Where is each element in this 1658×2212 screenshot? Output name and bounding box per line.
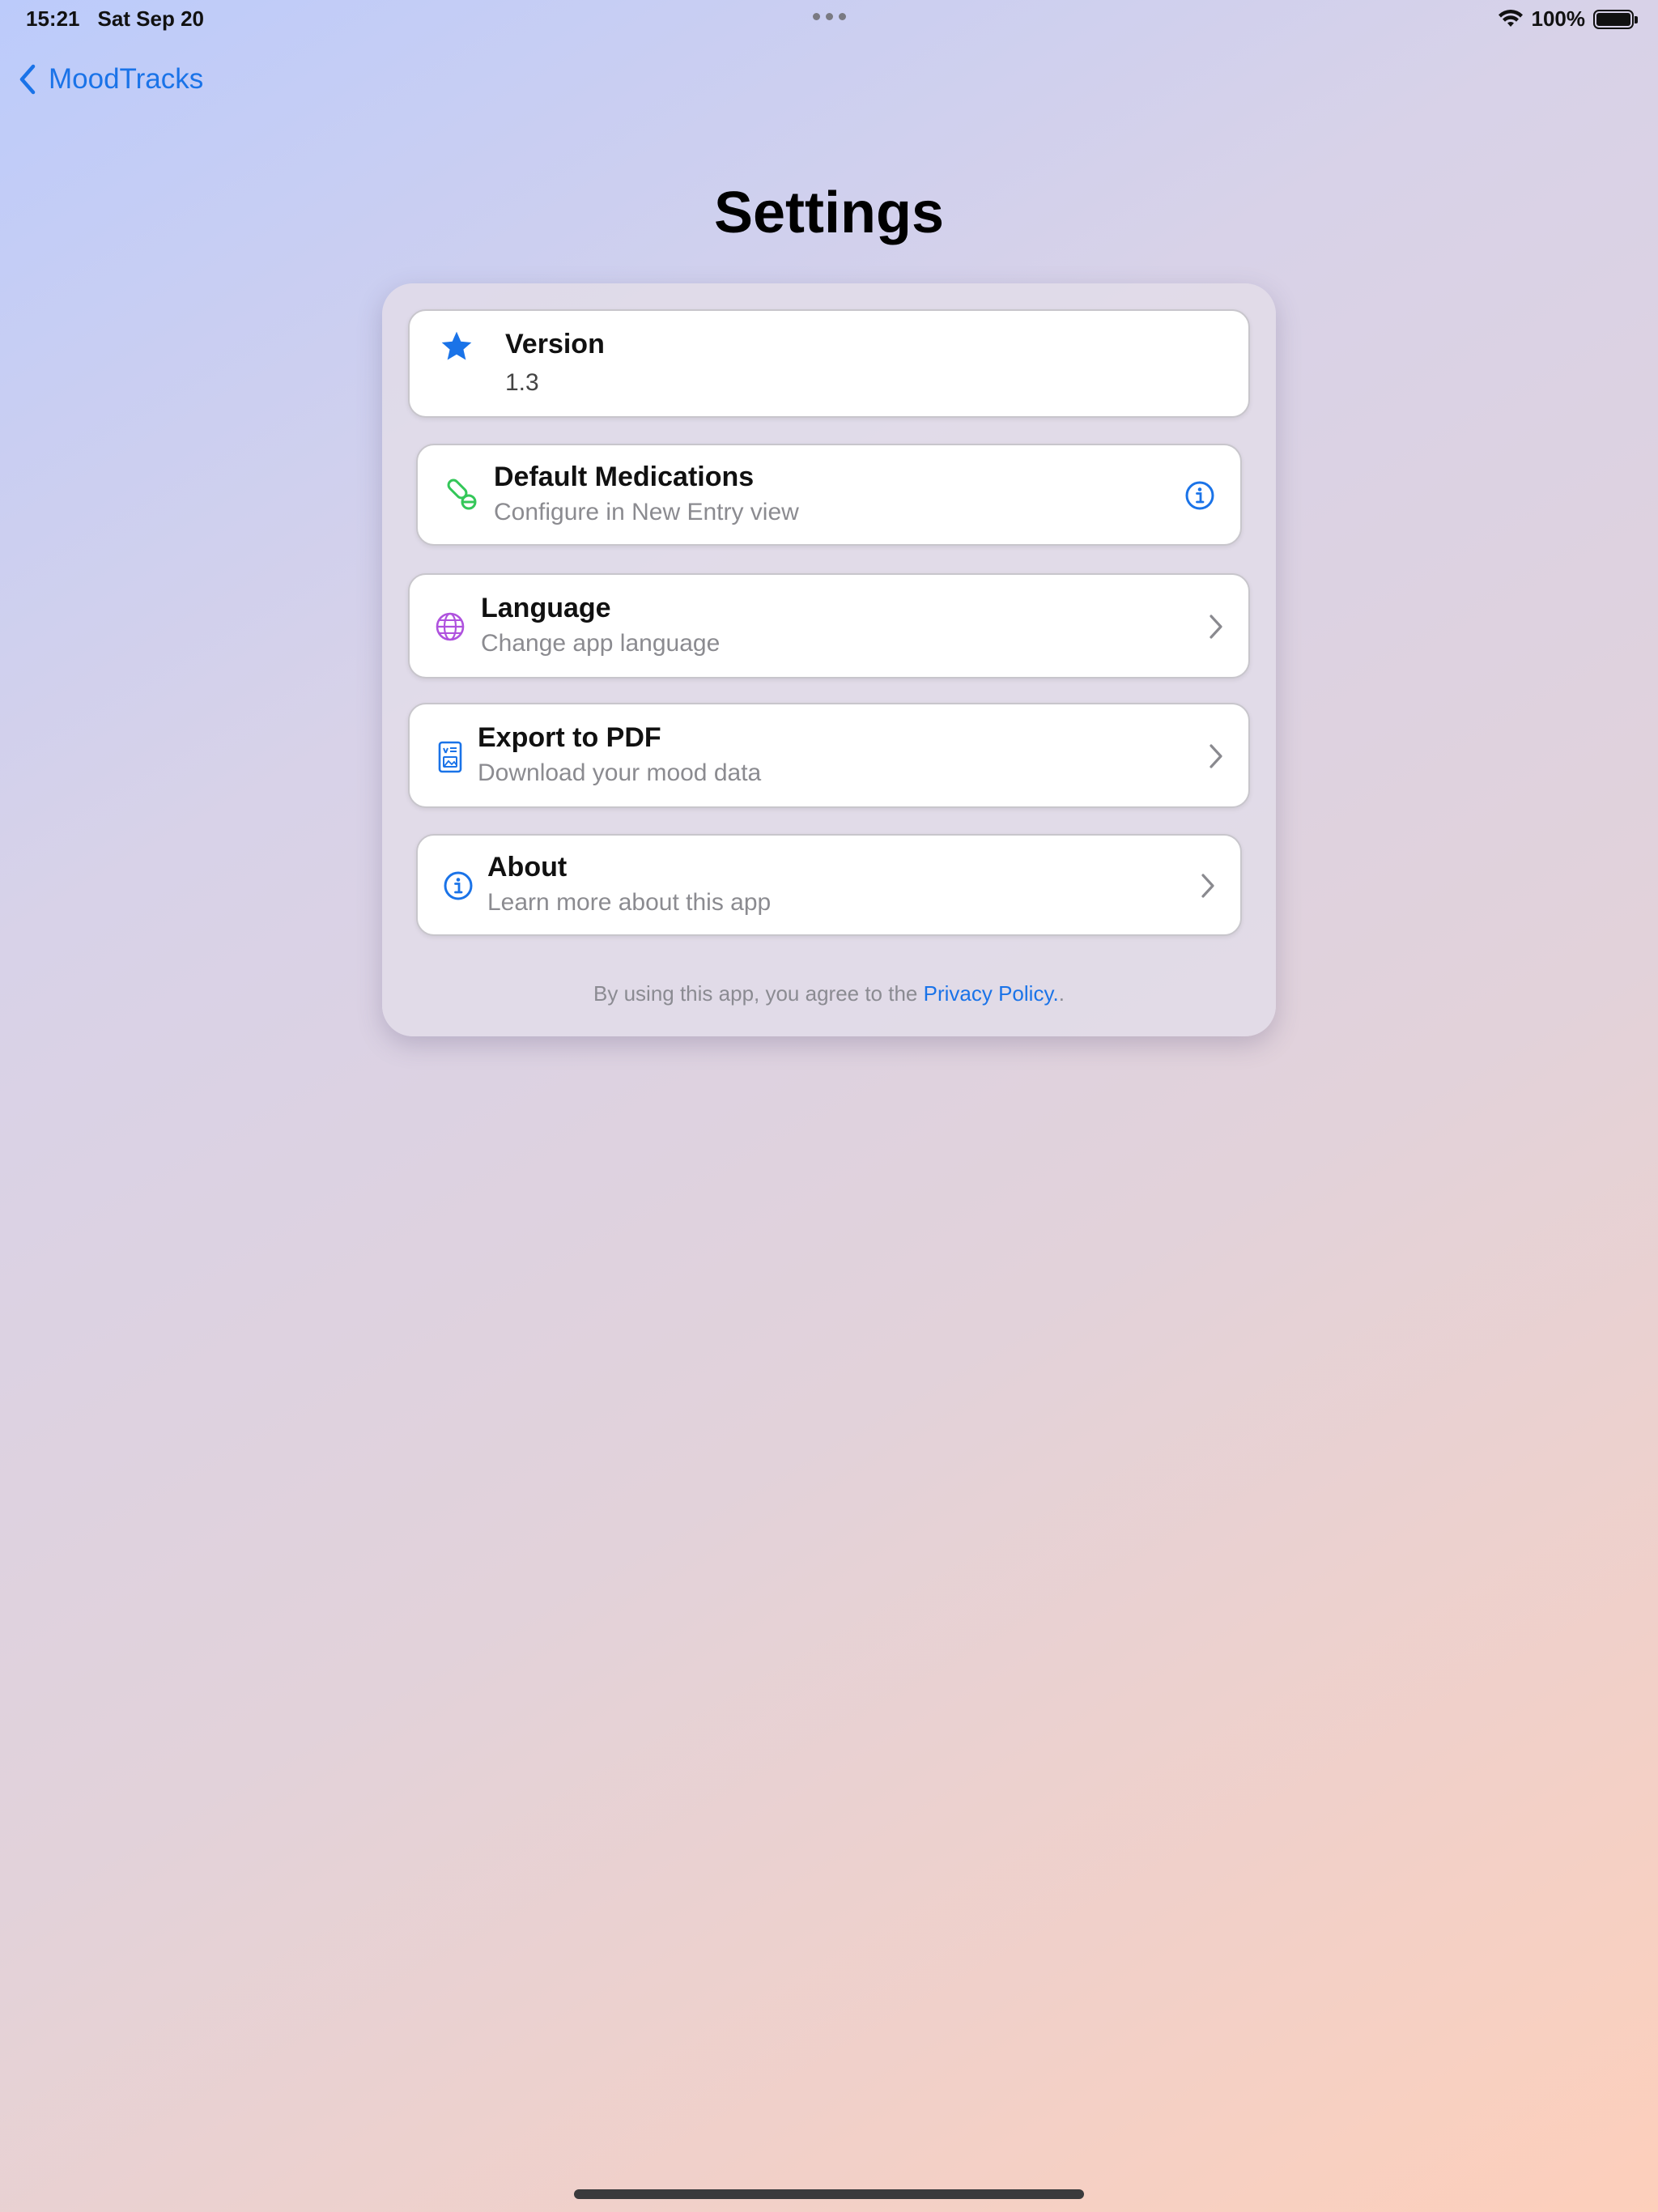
about-title: About bbox=[487, 852, 568, 883]
globe-icon bbox=[434, 610, 466, 643]
privacy-note-suffix: . bbox=[1058, 981, 1065, 1006]
status-bar: 15:21 Sat Sep 20 100% bbox=[0, 0, 1658, 39]
home-indicator[interactable] bbox=[574, 2189, 1084, 2199]
battery-icon bbox=[1593, 9, 1638, 29]
default-medications-row[interactable]: Default Medications Configure in New Ent… bbox=[416, 444, 1242, 546]
page-title: Settings bbox=[713, 181, 945, 245]
chevron-right-icon bbox=[1206, 612, 1226, 641]
language-title: Language bbox=[481, 593, 611, 623]
status-right: 100% bbox=[1498, 6, 1638, 32]
version-value: 1.3 bbox=[505, 369, 539, 396]
language-row[interactable]: Language Change app language bbox=[408, 573, 1250, 678]
export-pdf-row[interactable]: Export to PDF Download your mood data bbox=[408, 703, 1250, 808]
info-icon[interactable] bbox=[1184, 479, 1216, 512]
chevron-left-icon bbox=[19, 64, 36, 95]
version-row: Version 1.3 bbox=[408, 309, 1250, 418]
status-date: Sat Sep 20 bbox=[97, 6, 205, 31]
privacy-note-prefix: By using this app, you agree to the bbox=[593, 981, 924, 1006]
export-pdf-title: Export to PDF bbox=[478, 722, 661, 753]
about-subtitle: Learn more about this app bbox=[487, 889, 772, 916]
multitasking-dots-icon[interactable] bbox=[813, 13, 846, 20]
back-button[interactable]: MoodTracks bbox=[18, 58, 203, 100]
language-subtitle: Change app language bbox=[481, 630, 721, 657]
privacy-note: By using this app, you agree to the Priv… bbox=[0, 981, 1658, 1006]
export-pdf-subtitle: Download your mood data bbox=[478, 759, 762, 786]
info-icon bbox=[442, 870, 474, 902]
pills-icon bbox=[444, 478, 479, 513]
version-title: Version bbox=[505, 329, 605, 359]
chevron-right-icon bbox=[1198, 871, 1218, 900]
status-left: 15:21 Sat Sep 20 bbox=[26, 6, 204, 32]
default-medications-title: Default Medications bbox=[494, 462, 755, 492]
back-button-label: MoodTracks bbox=[49, 63, 204, 95]
star-icon bbox=[439, 329, 474, 364]
default-medications-subtitle: Configure in New Entry view bbox=[494, 499, 799, 525]
battery-percent: 100% bbox=[1531, 6, 1586, 31]
settings-card: Version 1.3 Default Medications Configur… bbox=[382, 283, 1276, 1036]
privacy-policy-link[interactable]: Privacy Policy. bbox=[924, 981, 1059, 1006]
wifi-icon bbox=[1498, 9, 1523, 27]
chevron-right-icon bbox=[1206, 742, 1226, 771]
about-row[interactable]: About Learn more about this app bbox=[416, 834, 1242, 936]
status-time: 15:21 bbox=[26, 6, 80, 31]
document-icon bbox=[436, 740, 465, 774]
